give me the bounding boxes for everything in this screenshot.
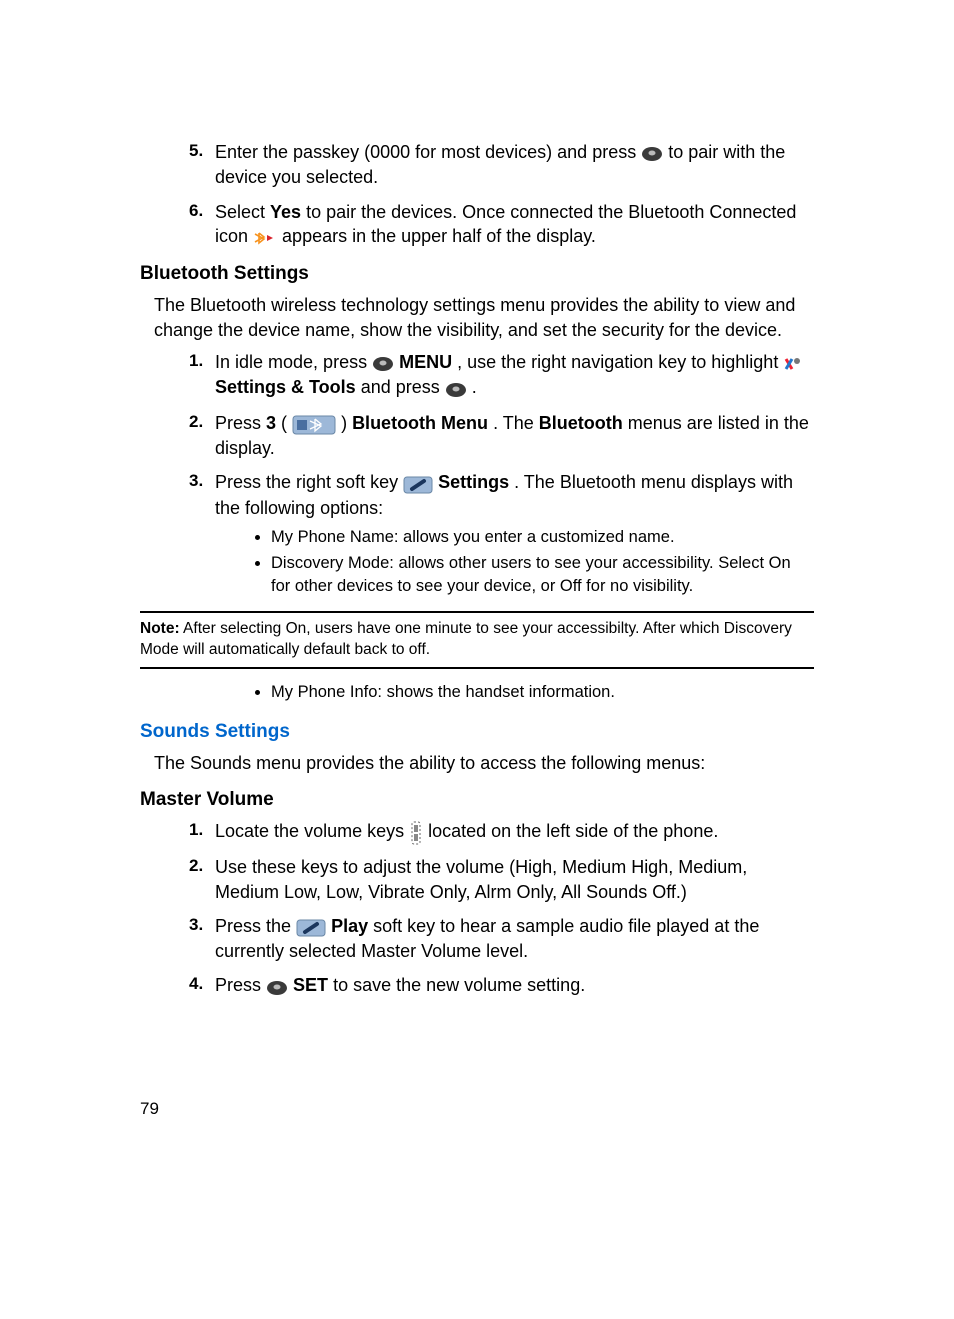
- bluetooth-bold: Bluetooth: [539, 413, 623, 433]
- list-master-volume: 1. Locate the volume keys located on the…: [140, 819, 814, 999]
- bt-step-1: 1. In idle mode, press MENU , use the ri…: [215, 350, 814, 401]
- page-number: 79: [140, 1099, 159, 1119]
- bt-step-3: 3. Press the right soft key Settings . T…: [215, 470, 814, 596]
- bt-step-2: 2. Press 3 ( ) Bluetooth Menu . The Blue…: [215, 411, 814, 461]
- mv-step-4: 4. Press SET to save the new volume sett…: [215, 973, 814, 998]
- settings-tools-icon: [783, 351, 803, 375]
- step-5-text-pre: Enter the passkey (0000 for most devices…: [215, 142, 641, 162]
- right-softkey-icon: [403, 472, 433, 496]
- note-block: Note: After selecting On, users have one…: [140, 611, 814, 669]
- play-bold: Play: [331, 916, 368, 936]
- step-5: 5. Enter the passkey (0000 for most devi…: [215, 140, 814, 190]
- step-6-text-c: appears in the upper half of the display…: [282, 226, 596, 246]
- bullet-discovery-mode: Discovery Mode: allows other users to se…: [271, 552, 814, 597]
- step-6-text-a: Select: [215, 202, 270, 222]
- bullet-my-phone-name: My Phone Name: allows you enter a custom…: [271, 526, 814, 548]
- bluetooth-menu-icon: [292, 412, 336, 436]
- note-text: After selecting On, users have one minut…: [140, 620, 792, 658]
- list-post-note: My Phone Info: shows the handset informa…: [140, 681, 814, 703]
- mv-step-2: 2. Use these keys to adjust the volume (…: [215, 855, 814, 904]
- yes-bold: Yes: [270, 202, 301, 222]
- settings-bold: Settings: [438, 472, 509, 492]
- mv-step-1: 1. Locate the volume keys located on the…: [215, 819, 814, 845]
- ok-key-icon: [641, 141, 663, 165]
- right-softkey-icon: [296, 915, 326, 939]
- page: 5. Enter the passkey (0000 for most devi…: [0, 0, 954, 1319]
- bullet-my-phone-info: My Phone Info: shows the handset informa…: [271, 681, 814, 703]
- bluetooth-settings-intro: The Bluetooth wireless technology settin…: [154, 293, 814, 342]
- three-bold: 3: [266, 413, 276, 433]
- heading-master-volume: Master Volume: [140, 789, 814, 811]
- step-6: 6. Select Yes to pair the devices. Once …: [215, 200, 814, 250]
- heading-bluetooth-settings: Bluetooth Settings: [140, 263, 814, 285]
- bt-step-3-bullets: My Phone Name: allows you enter a custom…: [271, 526, 814, 597]
- ok-key-icon: [372, 351, 394, 375]
- sounds-intro: The Sounds menu provides the ability to …: [154, 751, 814, 775]
- bluetooth-connected-icon: [253, 225, 277, 249]
- ok-key-icon: [266, 975, 288, 999]
- settings-tools-bold: Settings & Tools: [215, 377, 356, 397]
- set-bold: SET: [293, 975, 328, 995]
- menu-bold: MENU: [399, 352, 452, 372]
- heading-sounds-settings: Sounds Settings: [140, 721, 814, 743]
- mv-step-3: 3. Press the Play soft key to hear a sam…: [215, 914, 814, 964]
- volume-keys-icon: [409, 820, 423, 845]
- bluetooth-menu-bold: Bluetooth Menu: [352, 413, 488, 433]
- ok-key-icon: [445, 376, 467, 400]
- list-bluetooth-settings: 1. In idle mode, press MENU , use the ri…: [140, 350, 814, 597]
- list-pairing-continued: 5. Enter the passkey (0000 for most devi…: [140, 140, 814, 249]
- note-label: Note:: [140, 620, 180, 637]
- post-note-item: My Phone Info: shows the handset informa…: [215, 681, 814, 703]
